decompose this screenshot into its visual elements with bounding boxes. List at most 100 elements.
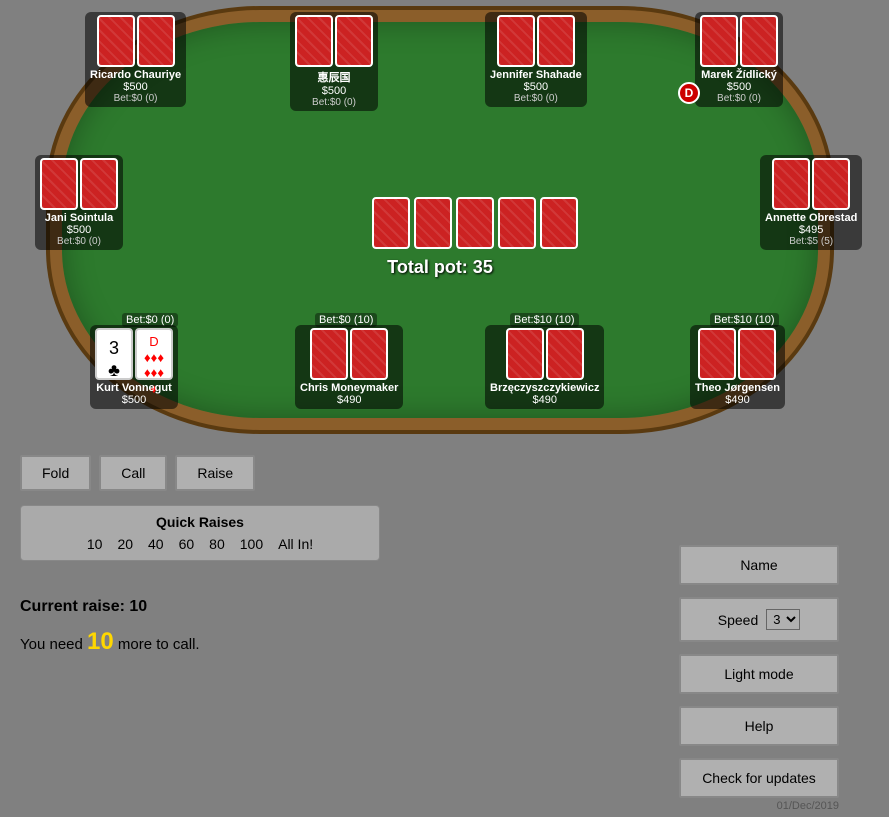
cards-marek [700,15,778,67]
player-bet-annette: Bet:$5 (5) [765,236,857,247]
player-name-hui: 惠辰国 [295,69,373,85]
card-back [335,15,373,67]
quick-raises-box: Quick Raises 10 20 40 60 80 100 All In! [20,505,380,561]
player-name-kurt: Kurt Vonnegut [95,382,173,394]
community-card-1 [372,197,410,249]
player-kurt: 3♣ D♦♦♦♦♦♦♦ Kurt Vonnegut $500 [90,325,178,409]
fold-button[interactable]: Fold [20,455,91,491]
quick-raise-40[interactable]: 40 [148,536,164,552]
player-bet-jani: Bet:$0 (0) [40,236,118,247]
player-bet-ricardo: Bet:$0 (0) [90,93,181,104]
player-theo: Theo Jørgensen $490 [690,325,785,409]
cards-chris [300,328,398,380]
card-back [350,328,388,380]
player-name-brzez: Brzęczyszczykiewicz [490,382,599,394]
card-back [137,15,175,67]
player-money-chris: $490 [300,394,398,406]
player-name-jani: Jani Sointula [40,212,118,224]
help-button[interactable]: Help [679,706,839,746]
card-back [497,15,535,67]
quick-raise-60[interactable]: 60 [179,536,195,552]
kurt-card-1: 3♣ [95,328,133,380]
need-call-amount: 10 [87,628,114,655]
player-money-kurt: $500 [95,394,173,406]
player-bet-jennifer: Bet:$0 (0) [490,93,582,104]
need-call-suffix: more to call. [118,636,200,653]
need-call-prefix: You need [20,636,83,653]
quick-raises-values: 10 20 40 60 80 100 All In! [36,536,364,552]
quick-raise-20[interactable]: 20 [117,536,133,552]
card-back [772,158,810,210]
speed-label: Speed [718,612,758,628]
speed-control: Speed 1 2 3 4 5 [679,597,839,642]
quick-raises-title: Quick Raises [36,514,364,530]
player-money-ricardo: $500 [90,81,181,93]
player-name-theo: Theo Jørgensen [695,382,780,394]
player-money-jennifer: $500 [490,81,582,93]
player-money-theo: $490 [695,394,780,406]
card-back [698,328,736,380]
cards-ricardo [90,15,181,67]
cards-hui [295,15,373,67]
card-back [700,15,738,67]
community-card-5 [540,197,578,249]
player-money-jani: $500 [40,224,118,236]
card-back [546,328,584,380]
kurt-card-2: D♦♦♦♦♦♦♦ [135,328,173,380]
player-bet-hui: Bet:$0 (0) [295,97,373,108]
card-back [740,15,778,67]
card-back [295,15,333,67]
cards-theo [695,328,780,380]
right-panel: Name Speed 1 2 3 4 5 Light mode Help Che… [679,545,839,798]
player-annette: Annette Obrestad $495 Bet:$5 (5) [760,155,862,250]
need-call-line: You need 10 more to call. [20,628,200,656]
table-area: Total pot: 35 D Ricardo Chauriye $500 Be… [0,0,889,460]
player-chris: Chris Moneymaker $490 [295,325,403,409]
player-brzez: Brzęczyszczykiewicz $490 [485,325,604,409]
player-money-annette: $495 [765,224,857,236]
player-marek: Marek Žídlický $500 Bet:$0 (0) [695,12,783,107]
total-pot: Total pot: 35 [387,257,493,278]
cards-jennifer [490,15,582,67]
quick-raise-10[interactable]: 10 [87,536,103,552]
cards-annette [765,158,857,210]
raise-button[interactable]: Raise [175,455,255,491]
player-name-jennifer: Jennifer Shahade [490,69,582,81]
card-back [537,15,575,67]
cards-brzez [490,328,599,380]
community-card-2 [414,197,452,249]
speed-select[interactable]: 1 2 3 4 5 [766,609,800,630]
card-back [310,328,348,380]
player-name-annette: Annette Obrestad [765,212,857,224]
player-money-hui: $500 [295,85,373,97]
cards-jani [40,158,118,210]
card-back [80,158,118,210]
action-buttons: Fold Call Raise [20,455,255,491]
card-back [738,328,776,380]
light-mode-button[interactable]: Light mode [679,654,839,694]
player-name-ricardo: Ricardo Chauriye [90,69,181,81]
quick-raise-allin[interactable]: All In! [278,536,313,552]
player-money-marek: $500 [700,81,778,93]
player-jani: Jani Sointula $500 Bet:$0 (0) [35,155,123,250]
player-hui: 惠辰国 $500 Bet:$0 (0) [290,12,378,111]
card-back [506,328,544,380]
check-updates-button[interactable]: Check for updates [679,758,839,798]
community-card-4 [498,197,536,249]
player-bet-marek: Bet:$0 (0) [700,93,778,104]
player-name-marek: Marek Žídlický [700,69,778,81]
card-back [40,158,78,210]
name-button[interactable]: Name [679,545,839,585]
card-back [812,158,850,210]
player-jennifer: Jennifer Shahade $500 Bet:$0 (0) [485,12,587,107]
call-button[interactable]: Call [99,455,167,491]
player-money-brzez: $490 [490,394,599,406]
quick-raise-100[interactable]: 100 [240,536,263,552]
card-back [97,15,135,67]
community-cards [372,197,578,249]
community-card-3 [456,197,494,249]
date-label: 01/Dec/2019 [777,800,839,812]
dealer-button: D [678,82,700,104]
player-ricardo: Ricardo Chauriye $500 Bet:$0 (0) [85,12,186,107]
quick-raise-80[interactable]: 80 [209,536,225,552]
